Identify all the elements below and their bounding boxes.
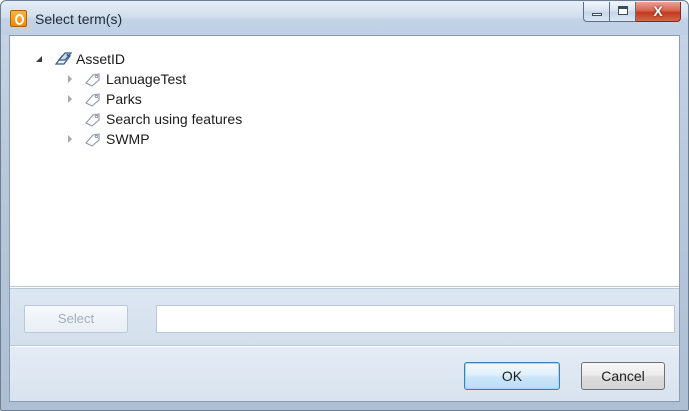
ok-button[interactable]: OK (464, 362, 560, 390)
selected-terms-input[interactable] (156, 305, 675, 333)
close-icon: X (653, 3, 663, 19)
tree-node-label: LanuageTest (106, 71, 187, 87)
expand-arrow-icon[interactable] (68, 95, 72, 103)
outlook-app-icon[interactable] (10, 10, 27, 27)
title-bar[interactable]: Select term(s) X (1, 1, 688, 35)
collapse-arrow-icon[interactable] (36, 56, 42, 62)
minimize-button[interactable] (583, 2, 610, 22)
expand-arrow-icon[interactable] (68, 75, 72, 83)
cancel-button[interactable]: Cancel (581, 362, 665, 390)
tree-node-swmp[interactable]: SWMP (68, 129, 268, 149)
tree-node-content: LanuageTest (84, 69, 186, 89)
window-title: Select term(s) (35, 11, 123, 27)
expand-arrow-icon[interactable] (68, 135, 72, 143)
tree-node-content: Parks (84, 89, 142, 109)
dialog-client-area: AssetID LanuageTest Parks Search using f… (9, 35, 680, 402)
tree-node-label: AssetID (76, 51, 126, 67)
tree-node-lanuagetest[interactable]: LanuageTest (68, 69, 268, 89)
term-set-icon (54, 52, 72, 65)
tree-node-label: Search using features (106, 111, 243, 127)
tree-node-search-using-features[interactable]: Search using features (68, 109, 328, 129)
minimize-icon (592, 13, 602, 16)
dialog-footer: OK Cancel (10, 347, 679, 401)
close-button[interactable]: X (636, 2, 681, 22)
term-tree[interactable]: AssetID LanuageTest Parks Search using f… (10, 36, 679, 287)
select-button[interactable]: Select (24, 305, 128, 333)
tag-icon (85, 93, 100, 107)
dialog-window: Select term(s) X AssetID LanuageTest Par… (0, 0, 689, 411)
tree-node-label: SWMP (106, 131, 150, 147)
tree-node-content: SWMP (84, 129, 150, 149)
caption-buttons: X (583, 2, 681, 22)
tree-node-content: AssetID (54, 49, 125, 69)
selection-bar: Select (10, 288, 679, 346)
tag-icon (85, 73, 100, 87)
tag-icon (85, 133, 100, 147)
tree-node-content: Search using features (84, 109, 242, 129)
tag-icon (85, 113, 100, 127)
maximize-button[interactable] (610, 2, 636, 22)
maximize-icon (618, 6, 628, 15)
tree-node-label: Parks (106, 91, 142, 107)
tree-node-parks[interactable]: Parks (68, 89, 268, 109)
